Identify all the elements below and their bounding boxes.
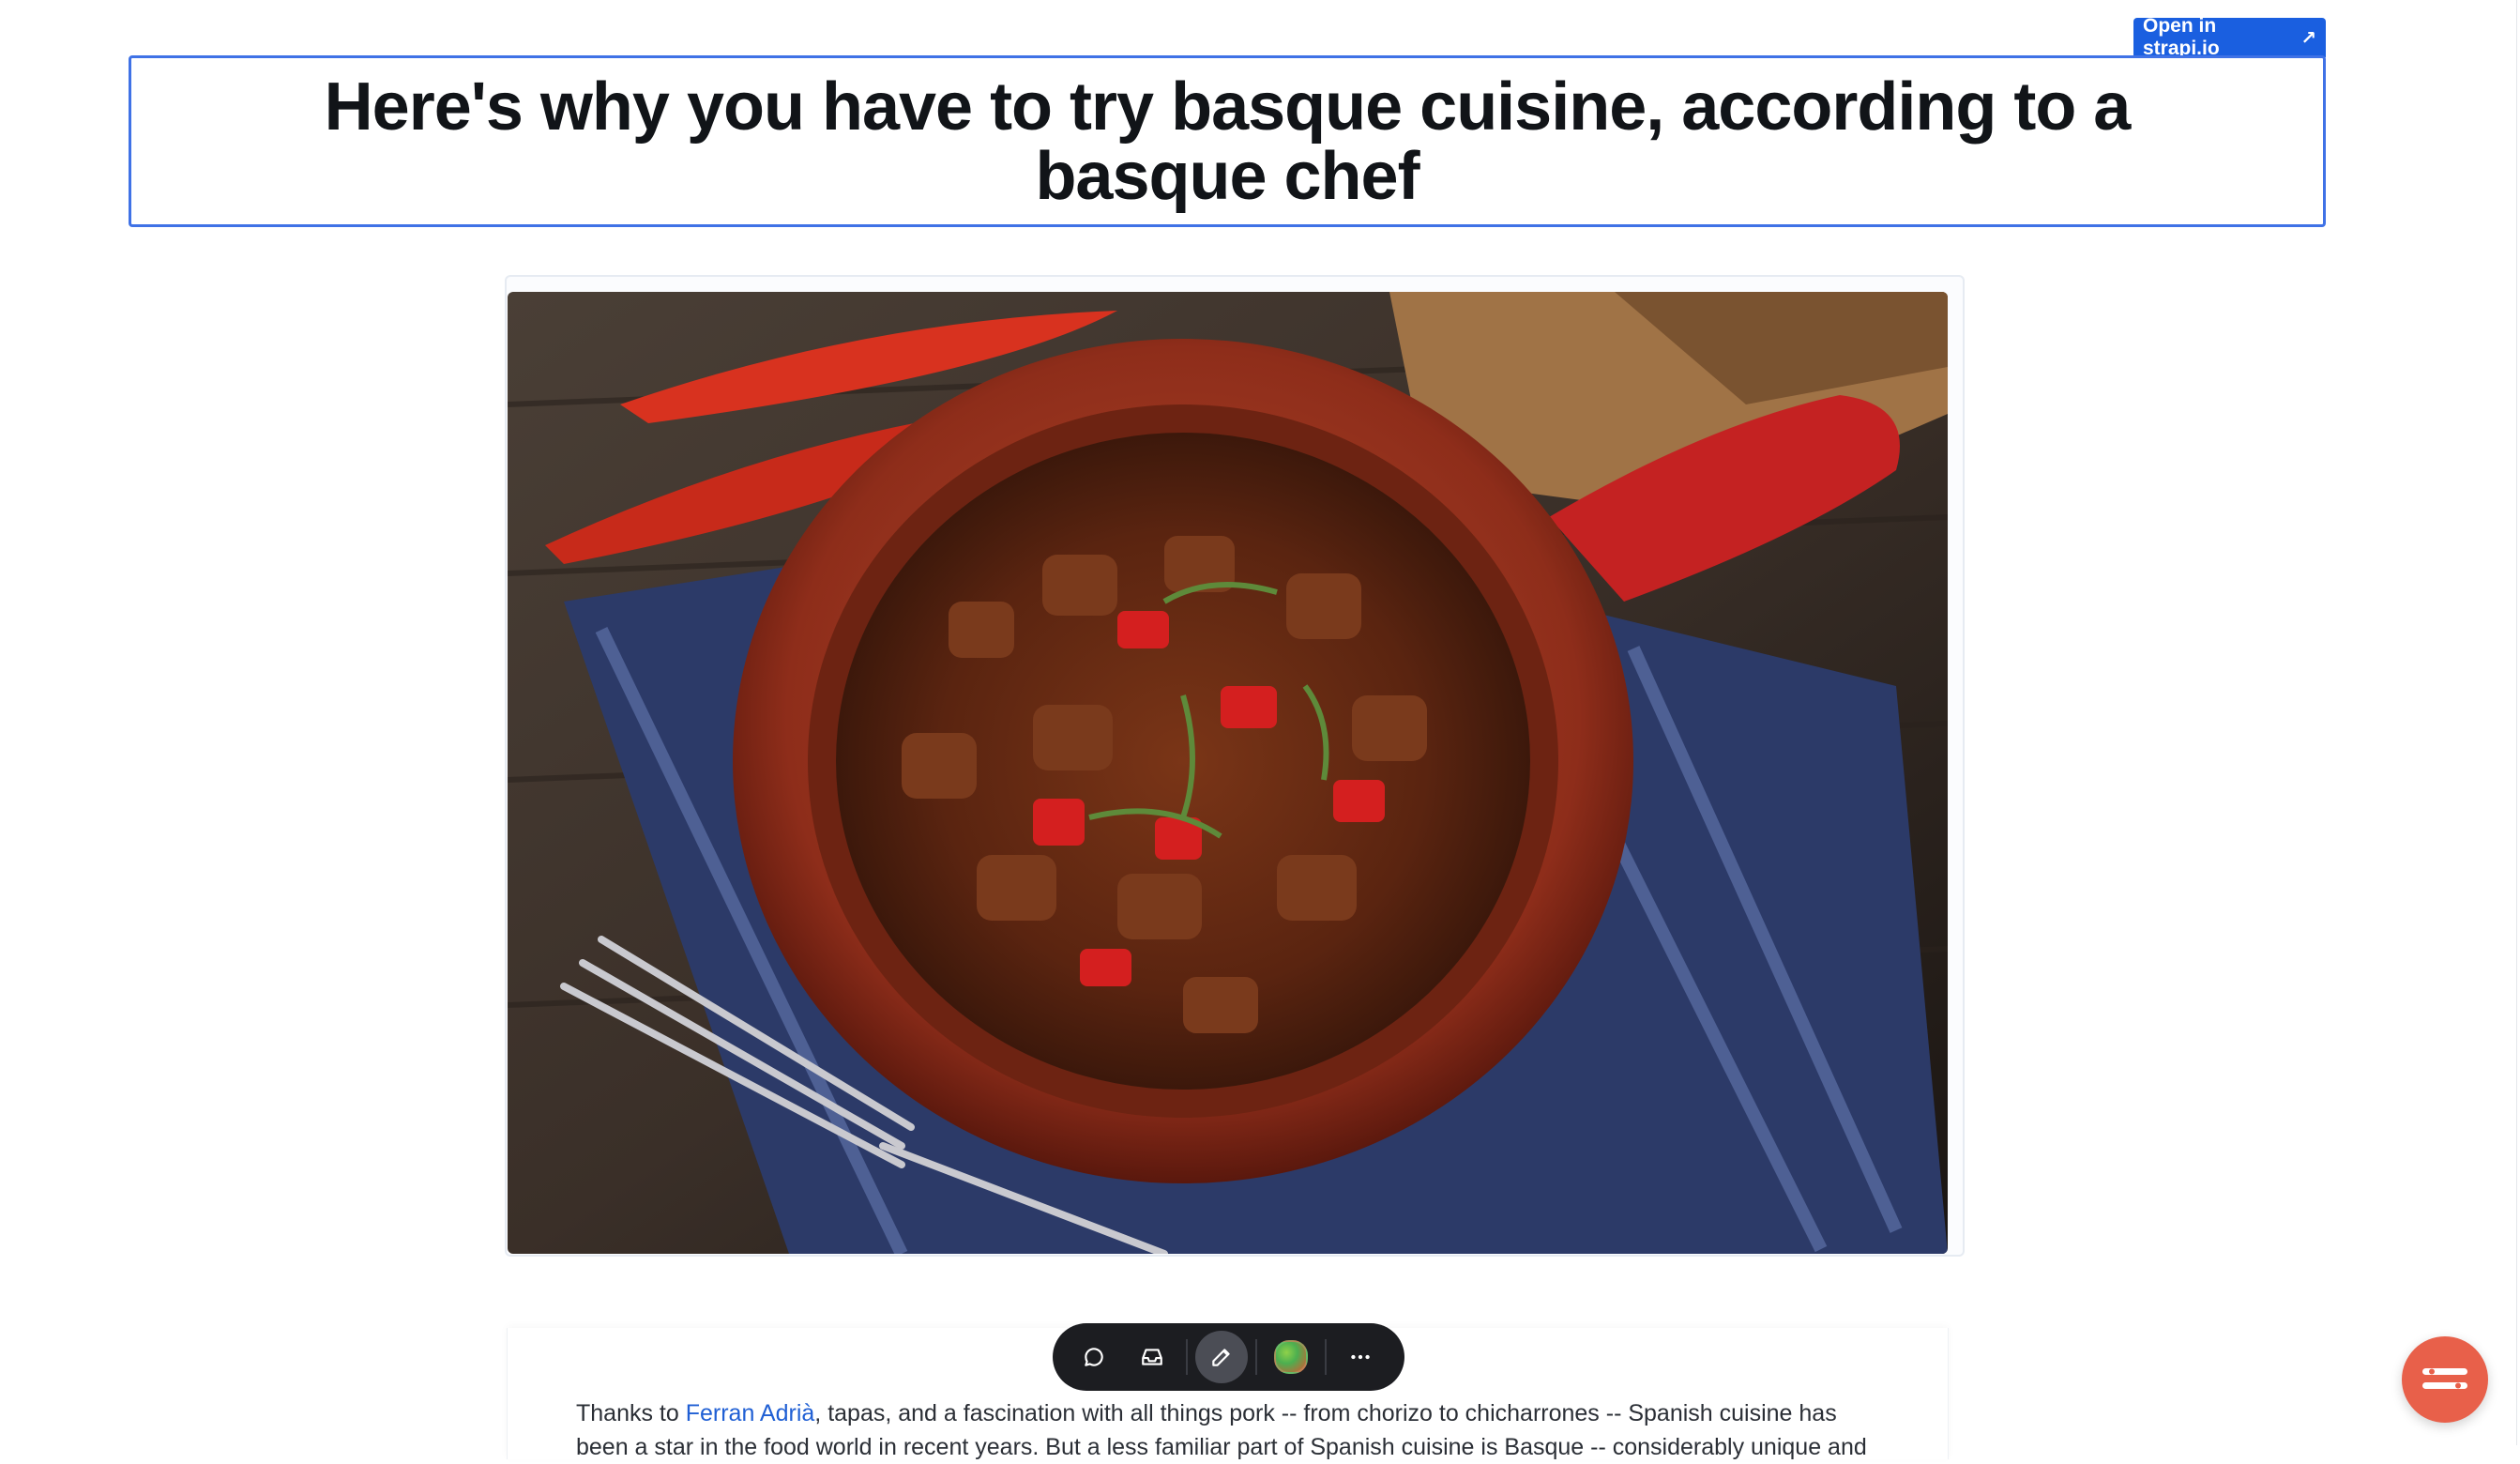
- comment-icon: [1085, 1348, 1103, 1366]
- more-button[interactable]: [1334, 1331, 1387, 1383]
- chat-button[interactable]: [2402, 1336, 2488, 1423]
- more-icon: [1351, 1354, 1370, 1360]
- floating-toolbar: [1053, 1323, 1404, 1391]
- toolbar-divider: [1186, 1339, 1188, 1375]
- edit-icon: [1212, 1349, 1230, 1366]
- stew-illustration: [508, 292, 1948, 1254]
- arrow-up-right-icon: ↗: [2300, 27, 2316, 49]
- title-editor[interactable]: Here's why you have to try basque cuisin…: [129, 55, 2326, 227]
- ferran-adria-link[interactable]: Ferran Adrià: [686, 1400, 815, 1426]
- toolbar-divider: [1255, 1339, 1257, 1375]
- body-text-intro: Thanks to: [576, 1400, 686, 1426]
- open-in-strapi-label: Open in strapi.io: [2143, 15, 2220, 59]
- article-body[interactable]: Thanks to Ferran Adrià, tapas, and a fas…: [576, 1396, 1880, 1464]
- body-text-line2: been a star in the food world in recent …: [576, 1434, 1867, 1460]
- color-dot-icon: [1274, 1340, 1308, 1374]
- inbox-button[interactable]: [1126, 1331, 1178, 1383]
- scrollbar-track[interactable]: [2516, 0, 2517, 1445]
- open-in-strapi-button[interactable]: Open in strapi.io ↗: [2133, 15, 2326, 59]
- body-text-rest: , tapas, and a fascination with all thin…: [814, 1400, 1837, 1426]
- page-title[interactable]: Here's why you have to try basque cuisin…: [242, 72, 2212, 211]
- hero-image[interactable]: [508, 292, 1948, 1254]
- comment-button[interactable]: [1068, 1331, 1120, 1383]
- chat-icon: [2422, 1368, 2467, 1389]
- toolbar-divider: [1325, 1339, 1327, 1375]
- inbox-icon: [1142, 1349, 1162, 1365]
- color-picker-button[interactable]: [1265, 1331, 1317, 1383]
- edit-button[interactable]: [1195, 1331, 1248, 1383]
